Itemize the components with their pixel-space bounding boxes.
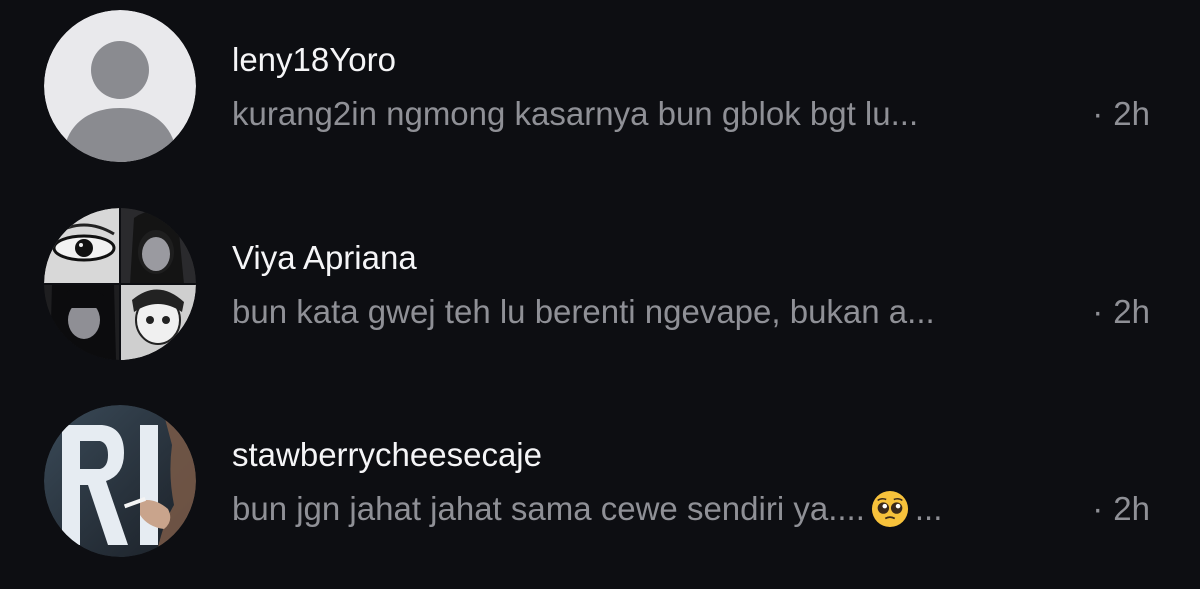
default-avatar-icon[interactable] [44,10,196,162]
comment-timestamp: · 2h [1092,94,1150,134]
comment-username[interactable]: Viya Apriana [232,238,417,278]
time-label: 2h [1113,95,1150,132]
photo-collage-avatar[interactable] [44,208,196,360]
separator-dot: · [1092,95,1104,132]
comment-preview[interactable]: kurang2in ngmong kasarnya bun gblok bgt … [232,94,918,134]
comment-username[interactable]: leny18Yoro [232,40,396,80]
photo-avatar[interactable] [44,405,196,557]
comment-preview-ellipsis: ... [914,490,943,527]
comment-preview[interactable]: bun jgn jahat jahat sama cewe sendiri ya… [232,489,942,529]
pleading-face-emoji [871,490,908,528]
comment-preview[interactable]: bun kata gwej teh lu berenti ngevape, bu… [232,292,935,332]
comment-row[interactable]: stawberrycheesecaje bun jgn jahat jahat … [0,395,1200,585]
comment-row[interactable]: leny18Yoro kurang2in ngmong kasarnya bun… [0,0,1200,190]
comment-timestamp: · 2h [1092,292,1150,332]
time-label: 2h [1113,293,1150,330]
separator-dot: · [1092,490,1104,527]
comment-preview-text: bun jgn jahat jahat sama cewe sendiri ya… [232,490,865,527]
comment-timestamp: · 2h [1092,489,1150,529]
time-label: 2h [1113,490,1150,527]
separator-dot: · [1092,293,1104,330]
comment-username[interactable]: stawberrycheesecaje [232,435,542,475]
comment-list: leny18Yoro kurang2in ngmong kasarnya bun… [0,0,1200,589]
comment-row[interactable]: Viya Apriana bun kata gwej teh lu berent… [0,198,1200,388]
